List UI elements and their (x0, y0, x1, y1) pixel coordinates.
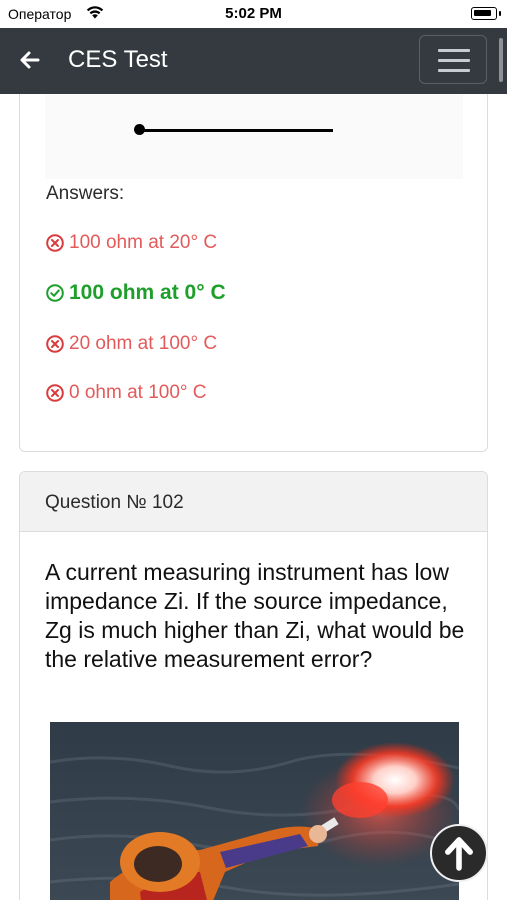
clock: 5:02 PM (225, 5, 282, 22)
answer-option: 0 ohm at 100° C (46, 382, 207, 404)
wrong-answer-icon (46, 384, 64, 402)
answer-text: 100 ohm at 20° C (69, 232, 218, 253)
question-number: Question № 102 (45, 492, 184, 513)
arrow-up-icon[interactable] (430, 824, 488, 882)
answer-text: 100 ohm at 0° C (69, 281, 226, 304)
wrong-answer-icon (46, 234, 64, 252)
flare-photo (50, 722, 459, 900)
battery-icon (471, 7, 501, 20)
flare-photo-drawing (50, 722, 459, 900)
answer-option-correct: 100 ohm at 0° C (46, 281, 226, 305)
question-card: Question № 102 A current measuring instr… (19, 471, 488, 900)
check-circle-icon (46, 284, 64, 302)
answers-label: Answers: (46, 183, 125, 204)
answer-option: 100 ohm at 20° C (46, 232, 217, 254)
question-header: Question № 102 (20, 472, 487, 532)
answer-option: 20 ohm at 100° C (46, 333, 217, 355)
status-bar: Оператор 5:02 PM (0, 0, 507, 28)
scroll-indicator (499, 38, 503, 82)
menu-button[interactable] (419, 35, 487, 84)
question-text: A current measuring instrument has low i… (45, 559, 465, 672)
arrow-left-icon[interactable] (14, 46, 46, 74)
previous-question-card: Answers: 100 ohm at 20° C 100 ohm at 0° … (19, 60, 488, 452)
question-image (45, 95, 463, 179)
wrong-answer-icon (46, 335, 64, 353)
page-title: CES Test (68, 46, 168, 73)
answer-text: 0 ohm at 100° C (69, 382, 207, 403)
answer-text: 20 ohm at 100° C (69, 333, 218, 354)
app-navbar: CES Test (0, 26, 507, 94)
hamburger-menu-icon (438, 49, 470, 52)
